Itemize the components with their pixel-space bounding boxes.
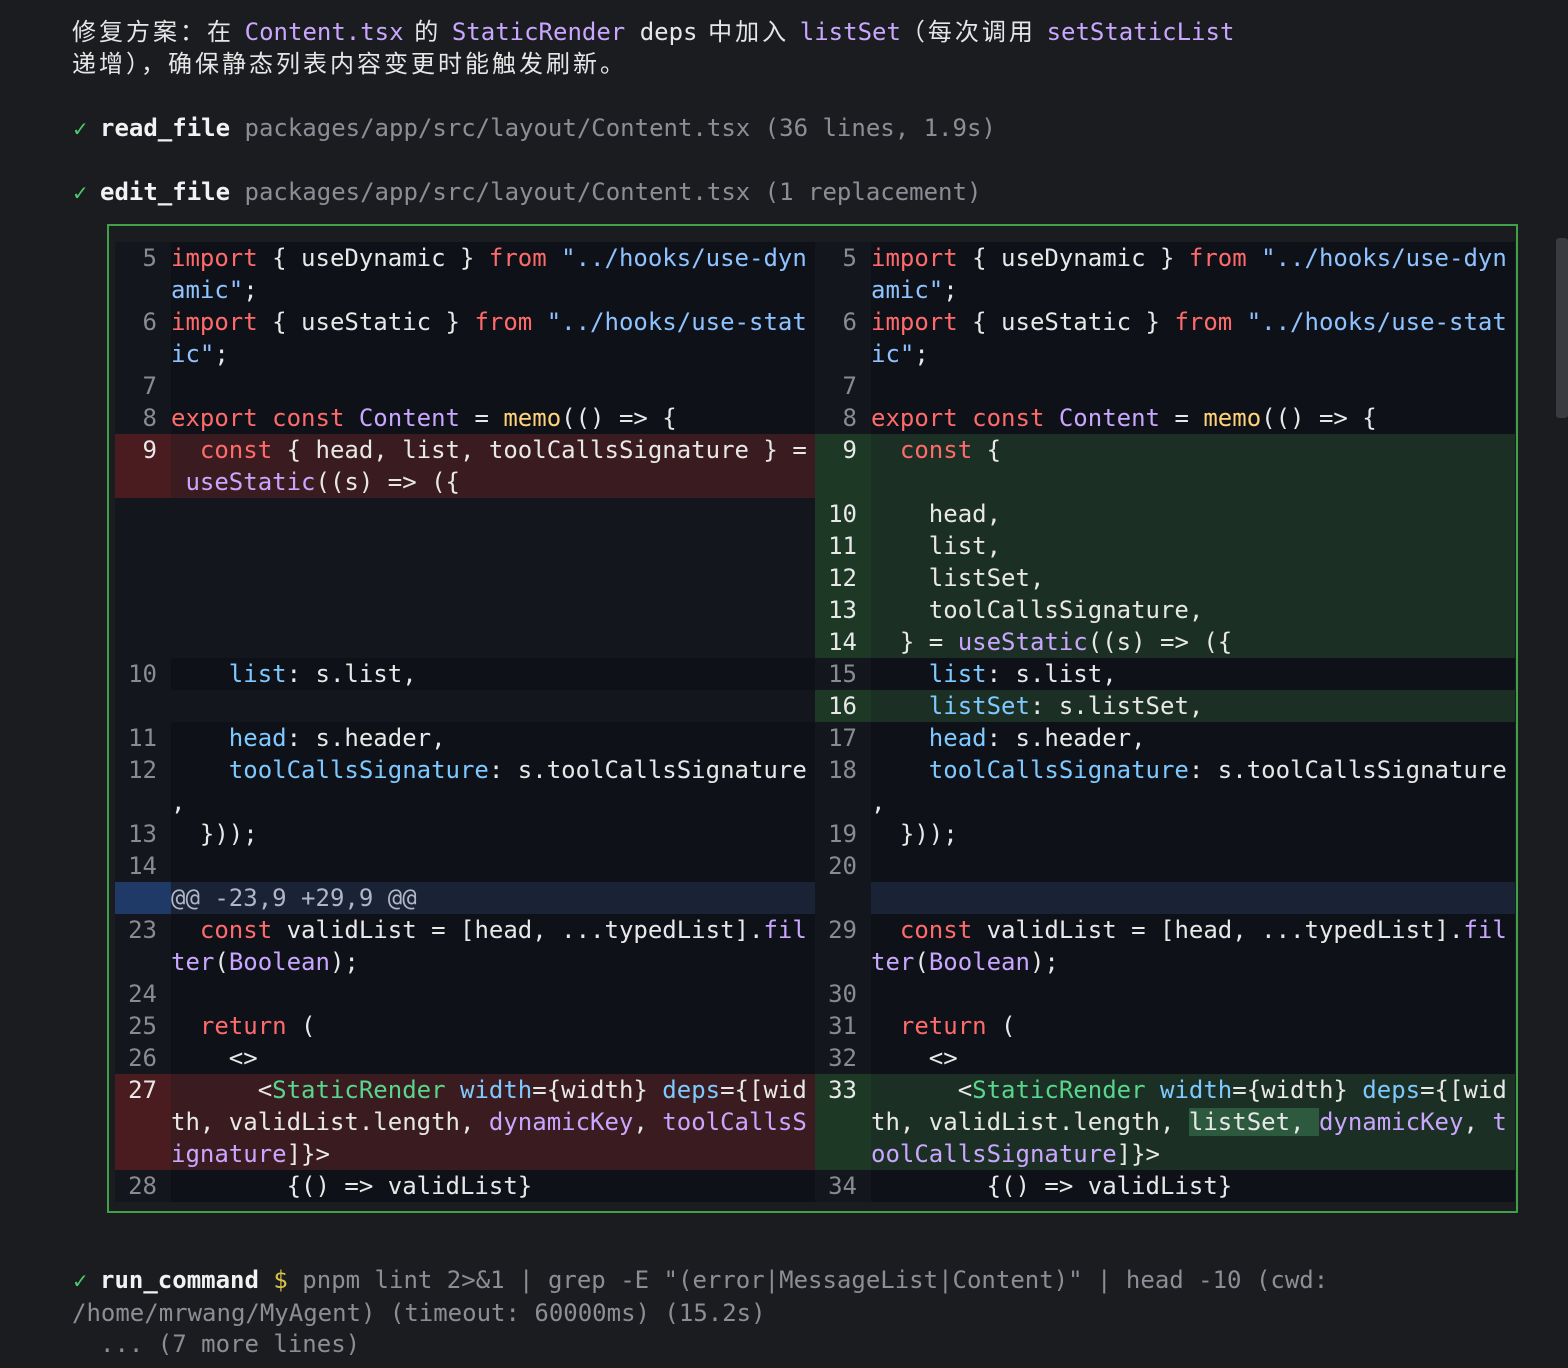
- check-icon: ✓: [72, 1269, 89, 1293]
- diff-line: 13 }));: [115, 818, 815, 850]
- intro-code-component: StaticRender: [451, 18, 626, 46]
- diff-line-added: 33 <StaticRender width={width} deps={[wi…: [815, 1074, 1515, 1170]
- diff-line-added: 9 const {: [815, 434, 1515, 498]
- diff-line-removed: 27 <StaticRender width={width} deps={[wi…: [115, 1074, 815, 1170]
- check-icon: ✓: [72, 181, 89, 205]
- assistant-message: 修复方案：在 Content.tsx 的 StaticRender deps 中…: [72, 16, 1272, 80]
- diff-line: 11 head: s.header,: [115, 722, 815, 754]
- tool-name: edit_file: [100, 178, 231, 206]
- diff-line: 8 export const Content = memo(() => {: [815, 402, 1515, 434]
- tool-args: packages/app/src/layout/Content.tsx (36 …: [230, 114, 996, 142]
- diff-line: 28 {() => validList}: [115, 1170, 815, 1202]
- diff-line-added: 11 list,: [815, 530, 1515, 562]
- dollar-prompt: $: [258, 1266, 288, 1294]
- diff-line-added: 10 head,: [815, 498, 1515, 530]
- diff-line: 8 export const Content = memo(() => {: [115, 402, 815, 434]
- diff-line: 15 list: s.list,: [815, 658, 1515, 690]
- diff-line: 7: [115, 370, 815, 402]
- diff-line-added: 13 toolCallsSignature,: [815, 594, 1515, 626]
- diff-viewer: 5 import { useDynamic } from "../hooks/us…: [107, 224, 1518, 1213]
- diff-line: 23 const validList = [head, ...typedList…: [115, 914, 815, 978]
- diff-line: 25 return (: [115, 1010, 815, 1042]
- diff-line: 29 const validList = [head, ...typedList…: [815, 914, 1515, 978]
- intro-text-5: 递增），确保静态列表内容变更时能触发刷新。: [72, 50, 627, 78]
- intro-code-setter: setStaticList: [1046, 18, 1235, 46]
- diff-line: 6 import { useStatic } from "../hooks/use…: [115, 306, 815, 370]
- intro-text-1: 修复方案：在: [72, 18, 245, 46]
- diff-line: 5 import { useDynamic } from "../hooks/us…: [815, 242, 1515, 306]
- diff-line-added: 16 listSet: s.listSet,: [815, 690, 1515, 722]
- diff-line-added: 12 listSet,: [815, 562, 1515, 594]
- tool-call-read-file[interactable]: ✓ read_file packages/app/src/layout/Conte…: [72, 112, 996, 145]
- intro-text-3: 中加入: [697, 18, 800, 46]
- intro-text-4: （每次调用: [900, 18, 1047, 46]
- tool-name: run_command: [100, 1266, 259, 1294]
- diff-line: 17 head: s.header,: [815, 722, 1515, 754]
- scrollbar[interactable]: [1556, 238, 1568, 418]
- diff-line: 18 toolCallsSignature: s.toolCallsSignat…: [815, 754, 1515, 818]
- diff-hunk-spacer: [815, 882, 1515, 914]
- diff-line-added: 14 } = useStatic((s) => ({: [815, 626, 1515, 658]
- intro-code-file: Content.tsx: [244, 18, 404, 46]
- diff-line-removed: 9 const { head, list, toolCallsSignature…: [115, 434, 815, 498]
- diff-line: 26 <>: [115, 1042, 815, 1074]
- check-icon: ✓: [72, 117, 89, 141]
- intro-code-listset: listSet: [799, 18, 901, 46]
- diff-filler: [115, 498, 815, 658]
- diff-line: 10 list: s.list,: [115, 658, 815, 690]
- diff-line: 30: [815, 978, 1515, 1010]
- tool-args: packages/app/src/layout/Content.tsx (1 r…: [230, 178, 982, 206]
- diff-line: 31 return (: [815, 1010, 1515, 1042]
- diff-line: 14: [115, 850, 815, 882]
- diff-line: 34 {() => validList}: [815, 1170, 1515, 1202]
- diff-line: 32 <>: [815, 1042, 1515, 1074]
- diff-line: 7: [815, 370, 1515, 402]
- diff-hunk-header: @@ -23,9 +29,9 @@: [115, 882, 815, 914]
- diff-old-pane: 5 import { useDynamic } from "../hooks/us…: [115, 242, 815, 1202]
- diff-new-pane: 5 import { useDynamic } from "../hooks/us…: [815, 242, 1515, 1202]
- diff-line: 5 import { useDynamic } from "../hooks/us…: [115, 242, 815, 306]
- tool-call-edit-file[interactable]: ✓ edit_file packages/app/src/layout/Conte…: [72, 176, 981, 209]
- intro-text-2: 的: [403, 18, 452, 46]
- tool-call-run-command[interactable]: ✓ run_command $ pnpm lint 2>&1 | grep -E …: [72, 1264, 1328, 1329]
- intro-text-deps: deps: [625, 18, 698, 46]
- tool-name: read_file: [100, 114, 231, 142]
- diff-line: 6 import { useStatic } from "../hooks/use…: [815, 306, 1515, 370]
- diff-filler: [115, 690, 815, 722]
- diff-line: 20: [815, 850, 1515, 882]
- more-lines-toggle[interactable]: ... (7 more lines): [100, 1328, 360, 1360]
- diff-line: 24: [115, 978, 815, 1010]
- diff-line: 19 }));: [815, 818, 1515, 850]
- diff-line: 12 toolCallsSignature: s.toolCallsSignat…: [115, 754, 815, 818]
